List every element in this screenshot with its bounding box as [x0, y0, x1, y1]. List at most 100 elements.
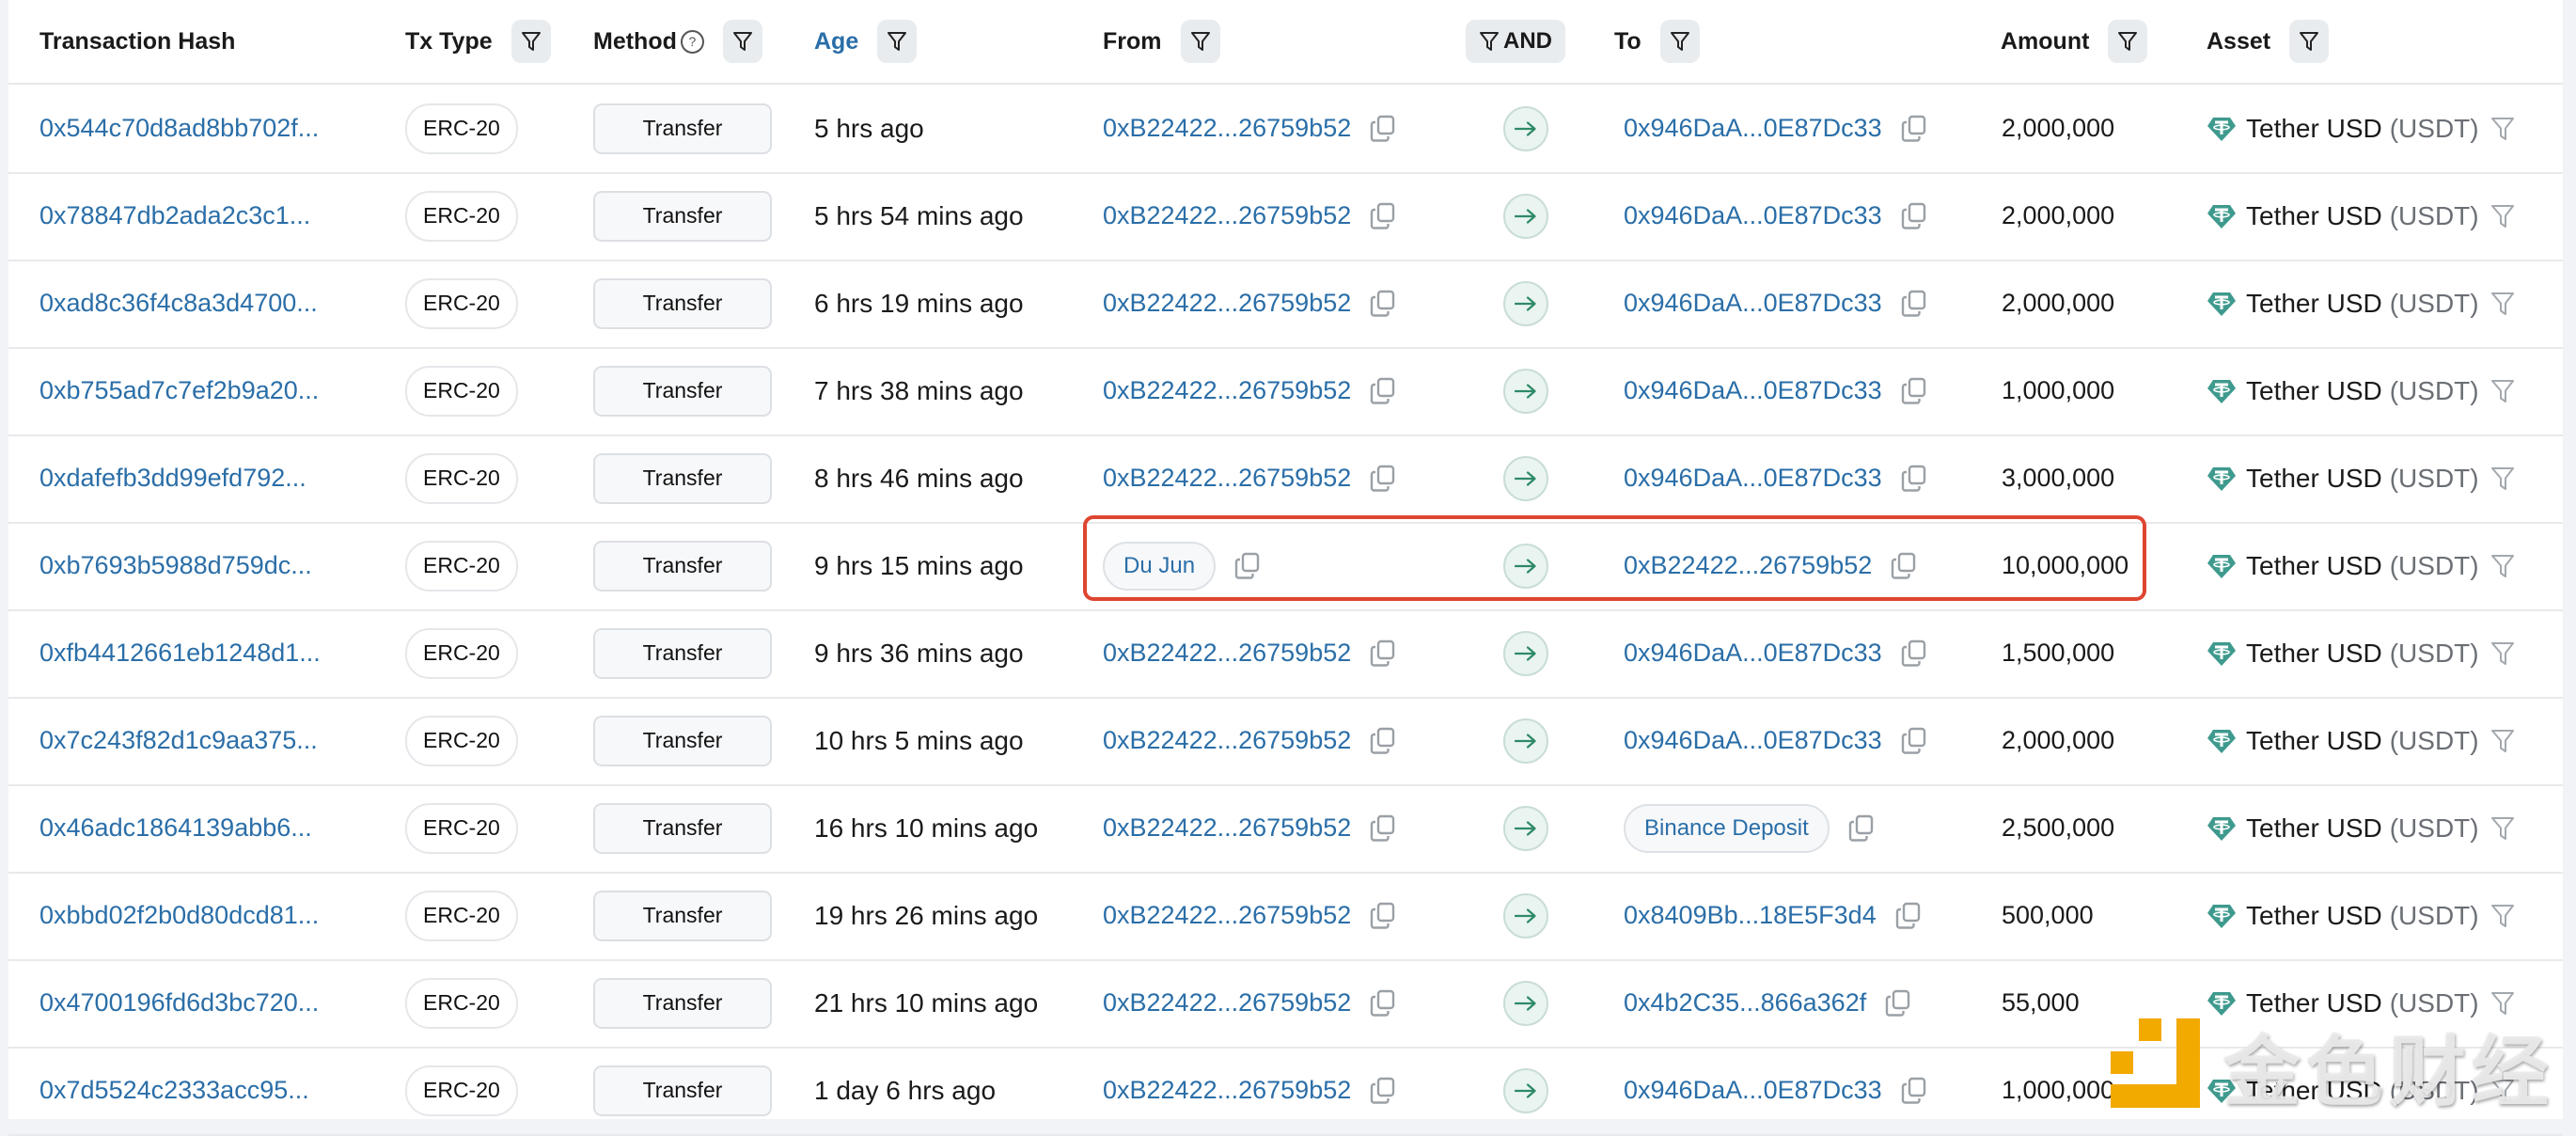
- to-address[interactable]: 0x946DaA...0E87Dc33: [1624, 376, 1882, 405]
- asset-link[interactable]: Tether USD (USDT): [2207, 901, 2479, 931]
- filter-icon[interactable]: [2490, 728, 2515, 754]
- filter-icon[interactable]: [2490, 815, 2515, 842]
- asset-link[interactable]: Tether USD (USDT): [2207, 551, 2479, 581]
- and-filter-button[interactable]: AND: [1466, 20, 1565, 63]
- copy-icon[interactable]: [1885, 989, 1911, 1018]
- amount-filter-button[interactable]: [2108, 20, 2148, 63]
- help-icon[interactable]: ?: [680, 29, 704, 54]
- to-address[interactable]: 0x946DaA...0E87Dc33: [1624, 114, 1882, 143]
- asset-link[interactable]: Tether USD (USDT): [2207, 289, 2479, 319]
- transaction-hash-link[interactable]: 0xb755ad7c7ef2b9a20...: [39, 376, 319, 405]
- transaction-hash-link[interactable]: 0x78847db2ada2c3c1...: [39, 201, 310, 230]
- copy-icon[interactable]: [1901, 202, 1927, 230]
- filter-icon[interactable]: [2490, 291, 2515, 317]
- from-name-tag[interactable]: Du Jun: [1103, 541, 1217, 591]
- method-badge[interactable]: Transfer: [593, 540, 772, 592]
- to-filter-button[interactable]: [1659, 20, 1700, 63]
- transaction-hash-link[interactable]: 0xdafefb3dd99efd792...: [39, 464, 306, 493]
- copy-icon[interactable]: [1891, 552, 1917, 580]
- filter-icon[interactable]: [2490, 203, 2515, 229]
- method-badge[interactable]: Transfer: [593, 802, 772, 854]
- asset-link[interactable]: Tether USD (USDT): [2207, 813, 2479, 844]
- filter-icon[interactable]: [2490, 116, 2515, 142]
- filter-icon[interactable]: [2490, 903, 2515, 929]
- copy-icon[interactable]: [1370, 989, 1396, 1018]
- filter-icon[interactable]: [2490, 640, 2515, 667]
- transaction-hash-link[interactable]: 0xad8c36f4c8a3d4700...: [39, 289, 318, 318]
- from-address[interactable]: 0xB22422...26759b52: [1103, 1076, 1351, 1105]
- method-badge[interactable]: Transfer: [593, 277, 772, 329]
- to-address[interactable]: 0xB22422...26759b52: [1624, 551, 1872, 580]
- from-address[interactable]: 0xB22422...26759b52: [1103, 201, 1351, 230]
- age-label[interactable]: Age: [814, 28, 858, 55]
- transaction-hash-link[interactable]: 0xb7693b5988d759dc...: [39, 551, 312, 580]
- from-address[interactable]: 0xB22422...26759b52: [1103, 114, 1351, 143]
- copy-icon[interactable]: [1234, 552, 1261, 580]
- to-name-tag[interactable]: Binance Deposit: [1624, 803, 1830, 853]
- asset-link[interactable]: Tether USD (USDT): [2207, 201, 2479, 231]
- asset-link[interactable]: Tether USD (USDT): [2207, 639, 2479, 669]
- copy-icon[interactable]: [1848, 814, 1875, 843]
- method-badge[interactable]: Transfer: [593, 1065, 772, 1116]
- to-address[interactable]: 0x946DaA...0E87Dc33: [1624, 639, 1882, 668]
- asset-link[interactable]: Tether USD (USDT): [2207, 726, 2479, 756]
- copy-icon[interactable]: [1901, 115, 1927, 143]
- column-header-age[interactable]: Age: [814, 0, 918, 83]
- from-address[interactable]: 0xB22422...26759b52: [1103, 988, 1351, 1018]
- copy-icon[interactable]: [1370, 465, 1396, 493]
- copy-icon[interactable]: [1370, 377, 1396, 405]
- copy-icon[interactable]: [1901, 290, 1927, 318]
- copy-icon[interactable]: [1901, 465, 1927, 493]
- copy-icon[interactable]: [1370, 1077, 1396, 1105]
- method-badge[interactable]: Transfer: [593, 627, 772, 679]
- from-address[interactable]: 0xB22422...26759b52: [1103, 813, 1351, 843]
- from-address[interactable]: 0xB22422...26759b52: [1103, 726, 1351, 755]
- transaction-hash-link[interactable]: 0xfb4412661eb1248d1...: [39, 639, 321, 668]
- to-address[interactable]: 0x8409Bb...18E5F3d4: [1624, 901, 1877, 930]
- copy-icon[interactable]: [1370, 814, 1396, 843]
- copy-icon[interactable]: [1901, 727, 1927, 755]
- age-filter-button[interactable]: [877, 20, 918, 63]
- copy-icon[interactable]: [1901, 1077, 1927, 1105]
- copy-icon[interactable]: [1370, 639, 1396, 668]
- from-address[interactable]: 0xB22422...26759b52: [1103, 901, 1351, 930]
- copy-icon[interactable]: [1901, 377, 1927, 405]
- from-filter-button[interactable]: [1180, 20, 1220, 63]
- copy-icon[interactable]: [1370, 902, 1396, 930]
- copy-icon[interactable]: [1370, 202, 1396, 230]
- asset-link[interactable]: Tether USD (USDT): [2207, 114, 2479, 144]
- filter-icon[interactable]: [2490, 378, 2515, 404]
- transaction-hash-link[interactable]: 0xbbd02f2b0d80dcd81...: [39, 901, 319, 930]
- method-badge[interactable]: Transfer: [593, 190, 772, 242]
- to-address[interactable]: 0x946DaA...0E87Dc33: [1624, 289, 1882, 318]
- to-address[interactable]: 0x946DaA...0E87Dc33: [1624, 1076, 1882, 1105]
- method-badge[interactable]: Transfer: [593, 103, 772, 154]
- copy-icon[interactable]: [1370, 727, 1396, 755]
- asset-link[interactable]: Tether USD (USDT): [2207, 464, 2479, 494]
- from-address[interactable]: 0xB22422...26759b52: [1103, 376, 1351, 405]
- transaction-hash-link[interactable]: 0x7d5524c2333acc95...: [39, 1076, 309, 1105]
- from-address[interactable]: 0xB22422...26759b52: [1103, 464, 1351, 493]
- from-address[interactable]: 0xB22422...26759b52: [1103, 289, 1351, 318]
- to-address[interactable]: 0x4b2C35...866a362f: [1624, 988, 1866, 1018]
- transaction-hash-link[interactable]: 0x7c243f82d1c9aa375...: [39, 726, 318, 755]
- asset-link[interactable]: Tether USD (USDT): [2207, 376, 2479, 406]
- copy-icon[interactable]: [1370, 290, 1396, 318]
- method-filter-button[interactable]: [722, 20, 762, 63]
- transaction-hash-link[interactable]: 0x46adc1864139abb6...: [39, 813, 312, 843]
- to-address[interactable]: 0x946DaA...0E87Dc33: [1624, 726, 1882, 755]
- transaction-hash-link[interactable]: 0x4700196fd6d3bc720...: [39, 988, 319, 1018]
- from-address[interactable]: 0xB22422...26759b52: [1103, 639, 1351, 668]
- method-badge[interactable]: Transfer: [593, 977, 772, 1029]
- method-badge[interactable]: Transfer: [593, 890, 772, 941]
- transaction-hash-link[interactable]: 0x544c70d8ad8bb702f...: [39, 114, 319, 143]
- method-badge[interactable]: Transfer: [593, 715, 772, 766]
- copy-icon[interactable]: [1370, 115, 1396, 143]
- method-badge[interactable]: Transfer: [593, 365, 772, 417]
- method-badge[interactable]: Transfer: [593, 452, 772, 504]
- copy-icon[interactable]: [1901, 639, 1927, 668]
- to-address[interactable]: 0x946DaA...0E87Dc33: [1624, 201, 1882, 230]
- to-address[interactable]: 0x946DaA...0E87Dc33: [1624, 464, 1882, 493]
- asset-filter-button[interactable]: [2289, 20, 2330, 63]
- copy-icon[interactable]: [1895, 902, 1922, 930]
